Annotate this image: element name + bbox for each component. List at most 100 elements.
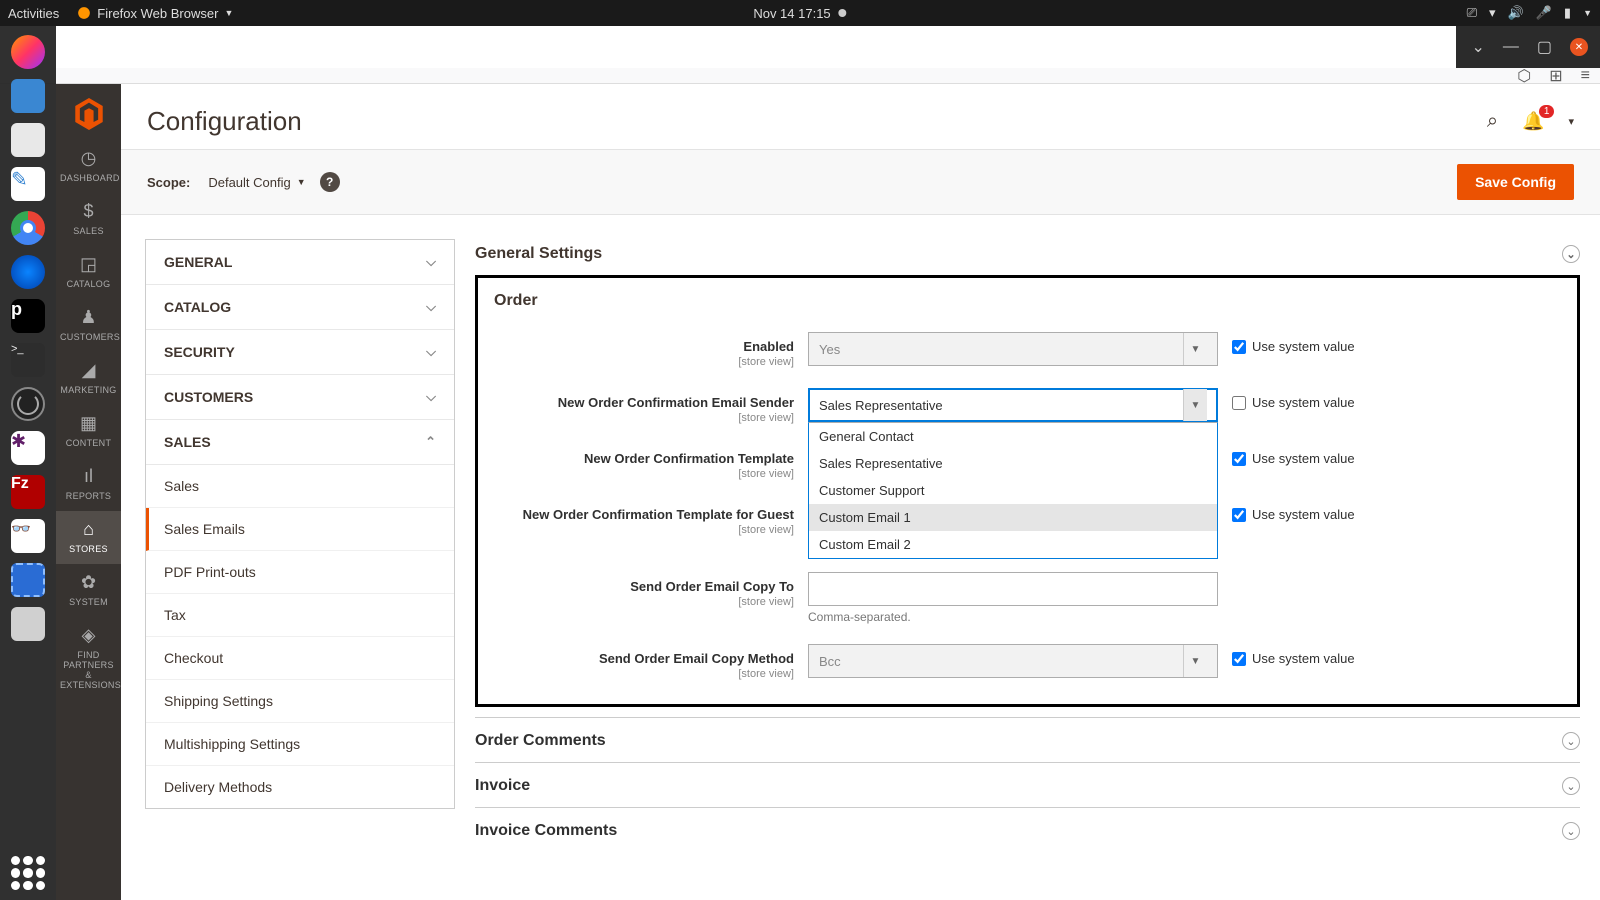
- tree-item-tax[interactable]: Tax: [146, 594, 454, 637]
- dock-screenshot[interactable]: [8, 560, 48, 600]
- tree-group-catalog[interactable]: CATALOG⌵: [146, 285, 454, 330]
- use-system-checkbox-sender[interactable]: Use system value: [1232, 388, 1355, 410]
- nav-partners[interactable]: ◈FIND PARTNERS & EXTENSIONS: [56, 617, 121, 700]
- maximize-button[interactable]: ▢: [1537, 37, 1552, 57]
- mic-icon[interactable]: 🎤: [1536, 5, 1552, 21]
- admin-account-menu[interactable]: ▾: [1568, 115, 1574, 128]
- use-system-checkbox-enabled[interactable]: Use system value: [1232, 332, 1355, 354]
- chevron-down-icon: ▼: [1183, 645, 1207, 677]
- use-system-checkbox-copy-method[interactable]: Use system value: [1232, 644, 1355, 666]
- scope-hint: [store view]: [494, 596, 794, 608]
- dock-text-editor[interactable]: ✎: [8, 164, 48, 204]
- dock-chrome[interactable]: [8, 208, 48, 248]
- tree-group-security[interactable]: SECURITY⌵: [146, 330, 454, 375]
- nav-sales[interactable]: $SALES: [56, 193, 121, 246]
- field-label-copy-method: Send Order Email Copy Method: [599, 651, 794, 666]
- nav-catalog[interactable]: ◲CATALOG: [56, 246, 121, 299]
- nav-system[interactable]: ✿SYSTEM: [56, 564, 121, 617]
- dock-firefox[interactable]: [8, 32, 48, 72]
- app-menu[interactable]: Firefox Web Browser ▼: [77, 6, 233, 21]
- tree-item-multishipping-settings[interactable]: Multishipping Settings: [146, 723, 454, 766]
- save-config-button[interactable]: Save Config: [1457, 164, 1574, 200]
- dock-slack[interactable]: ✱: [8, 428, 48, 468]
- sender-option-sales-rep[interactable]: Sales Representative: [809, 450, 1217, 477]
- sender-option-general-contact[interactable]: General Contact: [809, 423, 1217, 450]
- dock-disks[interactable]: [8, 604, 48, 644]
- hamburger-menu-icon[interactable]: ≡: [1581, 67, 1590, 85]
- collapse-icon: ⌄: [1562, 245, 1580, 263]
- dock-pdf[interactable]: 👓: [8, 516, 48, 556]
- copy-to-input[interactable]: [808, 572, 1218, 606]
- copy-method-select: Bcc▼: [808, 644, 1218, 678]
- section-order-comments[interactable]: Order Comments⌄: [475, 717, 1580, 762]
- tree-item-shipping-settings[interactable]: Shipping Settings: [146, 680, 454, 723]
- chevron-down-icon: ▼: [1183, 389, 1207, 421]
- firefox-titlebar: ⌄ — ▢ ✕: [0, 26, 1600, 68]
- firefox-toolbar: ⬡ ⊞ ≡: [0, 68, 1600, 84]
- chevron-up-icon: ⌃: [425, 434, 436, 450]
- collapse-icon: ⌄: [1562, 777, 1580, 795]
- chevron-down-icon: ⌵: [426, 389, 436, 405]
- field-label-template-guest: New Order Confirmation Template for Gues…: [523, 507, 794, 522]
- scope-hint: [store view]: [494, 668, 794, 680]
- scope-selector[interactable]: Default Config ▼: [208, 175, 305, 190]
- chevron-down-icon: ▼: [297, 177, 306, 187]
- section-order[interactable]: Order: [494, 278, 1561, 326]
- activities-button[interactable]: Activities: [8, 6, 59, 21]
- sender-option-custom-1[interactable]: Custom Email 1: [809, 504, 1217, 531]
- screen-icon[interactable]: ⎚: [1467, 5, 1477, 21]
- scope-help-icon[interactable]: ?: [320, 172, 340, 192]
- extensions-icon[interactable]: ⊞: [1549, 66, 1562, 86]
- tree-item-delivery-methods[interactable]: Delivery Methods: [146, 766, 454, 808]
- field-label-template: New Order Confirmation Template: [584, 451, 794, 466]
- tree-group-customers[interactable]: CUSTOMERS⌵: [146, 375, 454, 420]
- use-system-checkbox-template[interactable]: Use system value: [1232, 444, 1355, 466]
- scope-label: Scope:: [147, 175, 190, 190]
- dock-libreoffice-writer[interactable]: [8, 76, 48, 116]
- volume-icon[interactable]: 🔊: [1508, 5, 1524, 21]
- dock-terminal[interactable]: >_: [8, 340, 48, 380]
- gnome-top-bar: Activities Firefox Web Browser ▼ Nov 14 …: [0, 0, 1600, 26]
- nav-content[interactable]: ▦CONTENT: [56, 405, 121, 458]
- magento-logo-icon: [73, 98, 105, 130]
- clock[interactable]: Nov 14 17:15: [753, 6, 846, 21]
- wifi-icon[interactable]: ▾: [1489, 5, 1496, 21]
- nav-customers[interactable]: ♟CUSTOMERS: [56, 299, 121, 352]
- notification-count-badge: 1: [1539, 105, 1555, 118]
- dock-show-apps[interactable]: [11, 856, 45, 890]
- dock-filezilla[interactable]: Fz: [8, 472, 48, 512]
- tree-group-general[interactable]: GENERAL⌵: [146, 240, 454, 285]
- tree-item-sales[interactable]: Sales: [146, 465, 454, 508]
- tabs-dropdown-icon[interactable]: ⌄: [1471, 37, 1484, 57]
- nav-dashboard[interactable]: ◷DASHBOARD: [56, 140, 121, 193]
- notifications-button[interactable]: 🔔 1: [1522, 111, 1544, 132]
- tree-item-pdf-printouts[interactable]: PDF Print-outs: [146, 551, 454, 594]
- tree-item-sales-emails[interactable]: Sales Emails: [146, 508, 454, 551]
- search-icon[interactable]: ⌕: [1487, 110, 1498, 133]
- nav-reports[interactable]: ılREPORTS: [56, 458, 121, 511]
- dock-obs[interactable]: [8, 384, 48, 424]
- tree-item-checkout[interactable]: Checkout: [146, 637, 454, 680]
- sender-select[interactable]: Sales Representative▼: [808, 388, 1218, 422]
- section-invoice-comments[interactable]: Invoice Comments⌄: [475, 807, 1580, 852]
- sender-option-customer-support[interactable]: Customer Support: [809, 477, 1217, 504]
- dock-p-app[interactable]: p: [8, 296, 48, 336]
- system-menu-chevron-icon[interactable]: ▼: [1583, 8, 1592, 18]
- use-system-checkbox-template-guest[interactable]: Use system value: [1232, 500, 1355, 522]
- tree-group-sales[interactable]: SALES⌃: [146, 420, 454, 465]
- section-general-settings[interactable]: General Settings ⌄: [475, 239, 1580, 275]
- close-button[interactable]: ✕: [1570, 38, 1588, 56]
- pocket-icon[interactable]: ⬡: [1517, 66, 1531, 86]
- dock-files[interactable]: [8, 120, 48, 160]
- gnome-dock: ✎ p >_ ✱ Fz 👓: [0, 26, 56, 900]
- battery-icon[interactable]: ▮: [1564, 5, 1571, 21]
- nav-stores[interactable]: ⌂STORES: [56, 511, 121, 564]
- enabled-select: Yes▼: [808, 332, 1218, 366]
- nav-marketing[interactable]: ◢MARKETING: [56, 352, 121, 405]
- sender-option-custom-2[interactable]: Custom Email 2: [809, 531, 1217, 558]
- minimize-button[interactable]: —: [1503, 38, 1519, 56]
- page-title: Configuration: [147, 106, 302, 137]
- dock-thunderbird[interactable]: [8, 252, 48, 292]
- section-invoice[interactable]: Invoice⌄: [475, 762, 1580, 807]
- firefox-tab-strip: [0, 26, 1456, 68]
